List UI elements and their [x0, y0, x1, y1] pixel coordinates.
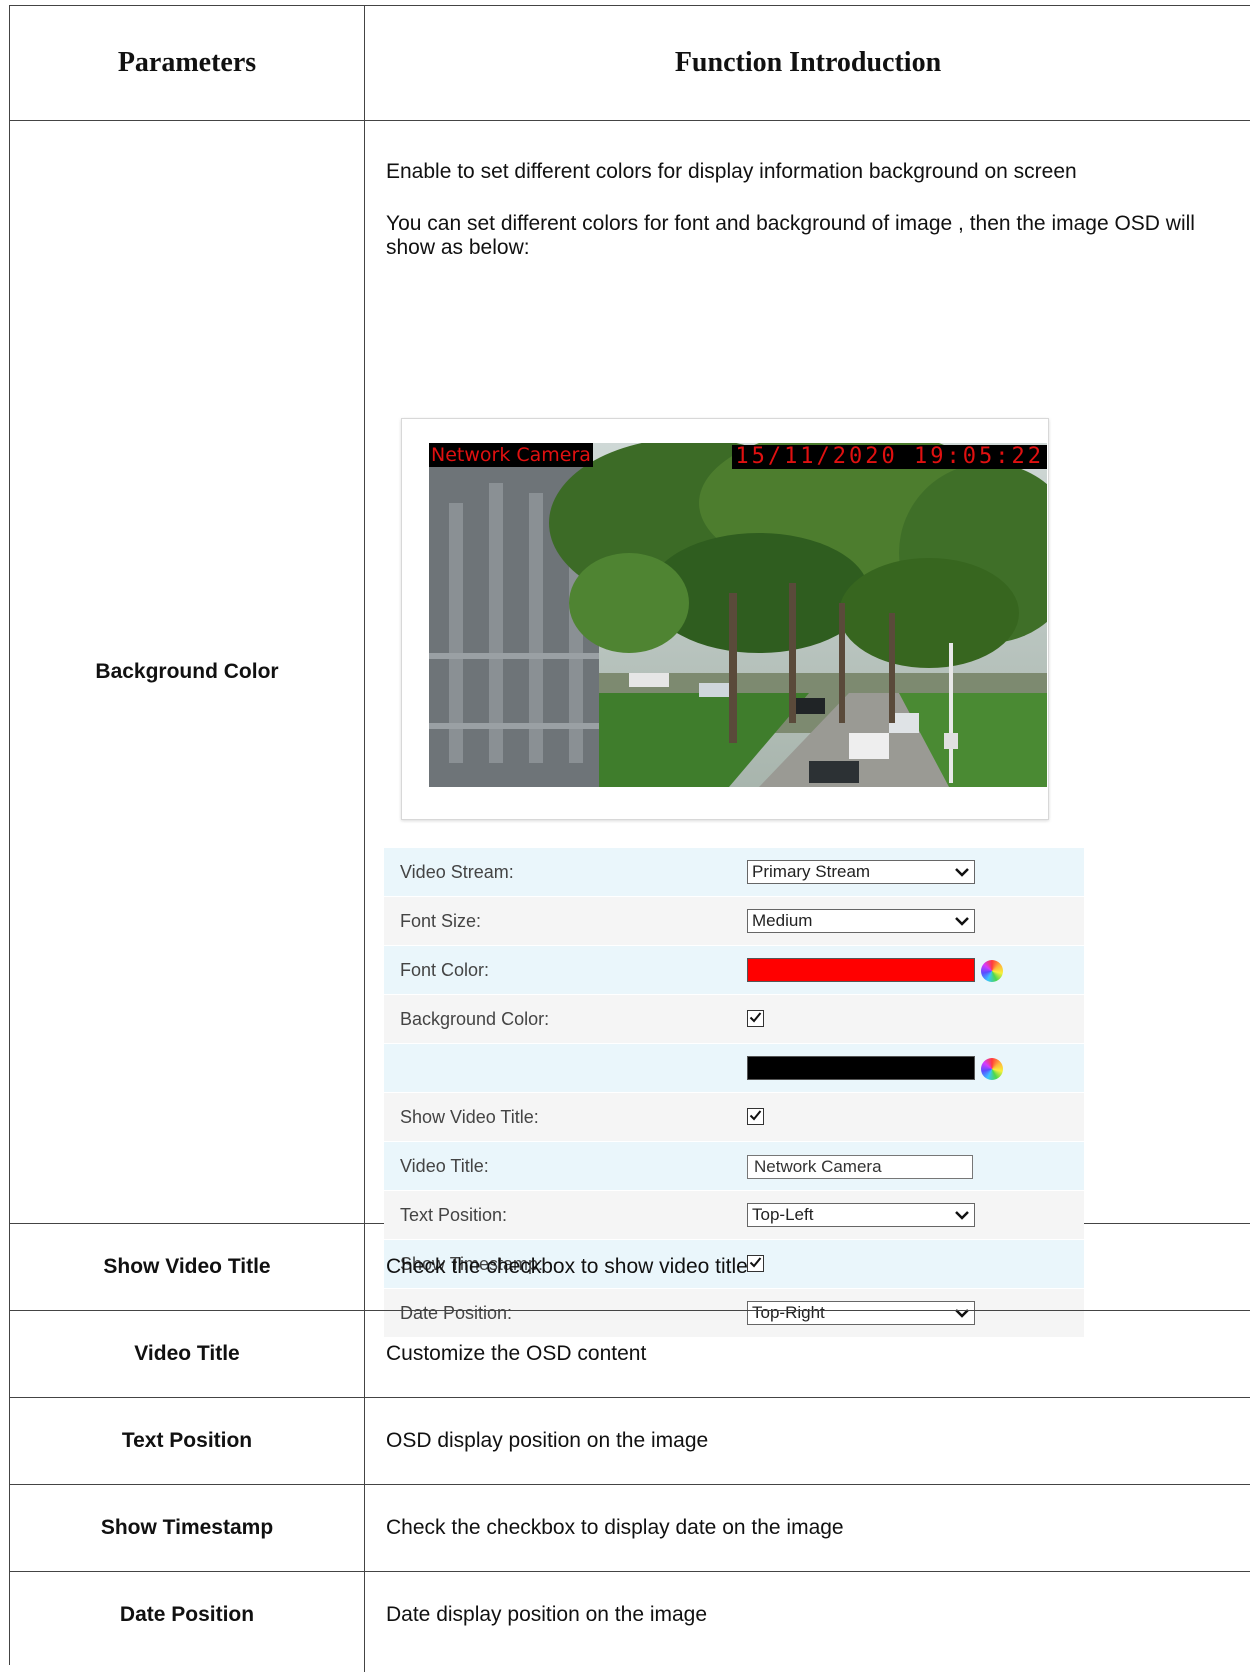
param-show-video-title: Show Video Title — [103, 1255, 271, 1278]
camera-photo: Network Camera 15/11/2020 19:05:22 — [429, 443, 1047, 787]
table-row: Video Title Customize the OSD content — [10, 1311, 1250, 1398]
header-function-introduction: Function Introduction — [674, 47, 942, 78]
street-scene-photo — [429, 443, 1047, 787]
font-size-value: Medium — [752, 911, 813, 930]
setting-row-video-stream: Video Stream: Primary Stream — [384, 848, 1084, 897]
setting-row-video-title: Video Title: Network Camera — [384, 1142, 1084, 1191]
color-wheel-icon[interactable] — [981, 960, 1003, 982]
table-row: Show Video Title Check the checkbox to s… — [10, 1224, 1250, 1311]
param-text-position: Text Position — [121, 1429, 253, 1452]
color-wheel-icon[interactable] — [981, 1058, 1003, 1080]
checkmark-icon — [749, 1110, 762, 1121]
video-title-input[interactable]: Network Camera — [747, 1155, 973, 1179]
table-row: Show Timestamp Check the checkbox to dis… — [10, 1485, 1250, 1572]
video-stream-value: Primary Stream — [752, 862, 871, 881]
setting-row-background-color-swatch — [384, 1044, 1084, 1093]
desc-video-title: Customize the OSD content — [386, 1342, 647, 1365]
desc-cell: Enable to set different colors for displ… — [365, 121, 1250, 1338]
text-position-value: Top-Left — [752, 1205, 814, 1224]
setting-row-show-video-title: Show Video Title: — [384, 1093, 1084, 1142]
video-stream-select[interactable]: Primary Stream — [747, 860, 975, 884]
table-header-row: Parameters Function Introduction — [10, 6, 1250, 121]
table-row-background-color: Background Color Enable to set different… — [10, 121, 1250, 1338]
desc-text-position: OSD display position on the image — [386, 1429, 709, 1452]
label-font-size: Font Size: — [400, 911, 482, 931]
header-parameters: Parameters — [117, 47, 257, 78]
osd-date-overlay: 15/11/2020 19:05:22 — [732, 445, 1047, 469]
setting-row-font-color: Font Color: — [384, 946, 1084, 995]
osd-preview-image: Network Camera 15/11/2020 19:05:22 — [401, 418, 1049, 820]
desc-date-position: Date display position on the image — [386, 1603, 708, 1626]
checkmark-icon — [749, 1012, 762, 1023]
header-cell-function: Function Introduction — [365, 6, 1250, 120]
background-color-checkbox[interactable] — [747, 1010, 764, 1027]
label-video-title: Video Title: — [400, 1156, 489, 1176]
param-cell: Background Color — [10, 121, 365, 1223]
parameters-table: Parameters Function Introduction Backgro… — [9, 5, 1250, 1672]
desc-background-color-1: Enable to set different colors for displ… — [386, 160, 1077, 183]
background-color-swatch[interactable] — [747, 1056, 975, 1080]
desc-show-timestamp: Check the checkbox to display date on th… — [386, 1516, 844, 1539]
table-row: Text Position OSD display position on th… — [10, 1398, 1250, 1485]
param-video-title: Video Title — [134, 1342, 240, 1365]
desc-background-color-2: You can set different colors for font an… — [386, 212, 1195, 259]
setting-row-font-size: Font Size: Medium — [384, 897, 1084, 946]
chevron-down-icon — [955, 868, 969, 877]
font-color-swatch[interactable] — [747, 958, 975, 982]
label-background-color: Background Color: — [400, 1009, 550, 1029]
desc-show-video-title: Check the checkbox to show video title — [386, 1255, 748, 1278]
param-background-color: Background Color — [95, 660, 279, 683]
chevron-down-icon — [955, 1211, 969, 1220]
setting-row-background-color: Background Color: — [384, 995, 1084, 1044]
param-show-timestamp: Show Timestamp — [100, 1516, 274, 1539]
font-size-select[interactable]: Medium — [747, 909, 975, 933]
table-row: Date Position Date display position on t… — [10, 1572, 1250, 1672]
header-cell-parameters: Parameters — [10, 6, 365, 120]
chevron-down-icon — [955, 917, 969, 926]
osd-title-overlay: Network Camera — [429, 443, 593, 467]
label-video-stream: Video Stream: — [400, 862, 514, 882]
param-date-position: Date Position — [119, 1603, 255, 1626]
label-show-video-title: Show Video Title: — [400, 1107, 539, 1127]
label-font-color: Font Color: — [400, 960, 490, 980]
show-video-title-checkbox[interactable] — [747, 1108, 764, 1125]
